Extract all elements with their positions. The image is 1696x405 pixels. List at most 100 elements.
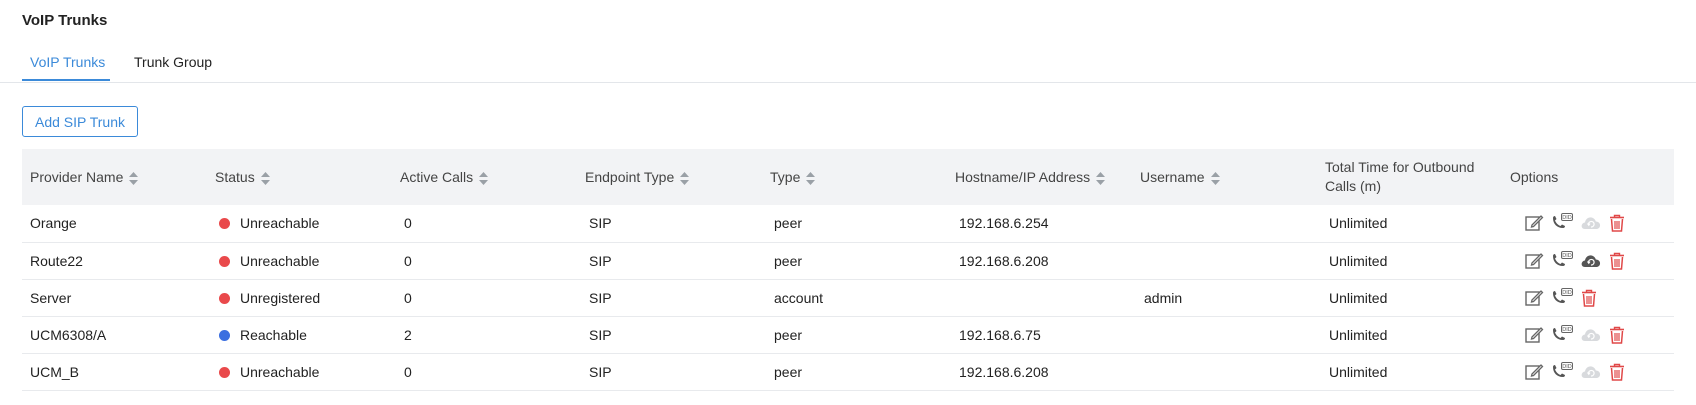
sort-icon[interactable] [1096, 171, 1106, 185]
edit-icon[interactable] [1524, 288, 1544, 308]
svg-text:DID: DID [1562, 327, 1572, 333]
row-options: DID [1510, 324, 1674, 345]
cell-provider-name: Route22 [30, 252, 83, 269]
cell-username [1132, 242, 1317, 279]
sort-icon[interactable] [479, 171, 489, 185]
sort-icon[interactable] [806, 171, 816, 185]
svg-text:DID: DID [1562, 253, 1572, 259]
cell-hostname: 192.168.6.254 [959, 215, 1049, 232]
table-row: UCM6308/A Reachable 2 SIP peer 192.168.6.75 Un… [22, 316, 1674, 353]
trash-icon[interactable] [1608, 251, 1626, 271]
status-text: Unreachable [240, 215, 320, 232]
cell-total-time: Unlimited [1329, 215, 1388, 232]
cell-endpoint-type: SIP [589, 326, 612, 343]
status-text: Unregistered [240, 289, 321, 306]
did-phone-icon[interactable]: DID [1550, 361, 1574, 382]
did-phone-icon[interactable]: DID [1550, 213, 1574, 233]
cell-provider-name: Server [30, 289, 72, 306]
tab-voip-trunks[interactable]: VoIP Trunks [30, 54, 105, 70]
cell-total-time: Unlimited [1329, 289, 1388, 306]
svg-text:DID: DID [1562, 215, 1572, 221]
trash-icon[interactable] [1608, 325, 1626, 345]
cell-active-calls: 2 [404, 326, 412, 343]
cell-options: DID [1502, 205, 1674, 242]
col-hostname-label: Hostname/IP Address [955, 169, 1091, 185]
add-sip-trunk-button[interactable]: Add SIP Trunk [22, 106, 138, 137]
col-endpoint-type-label: Endpoint Type [585, 169, 675, 185]
row-options: DID [1510, 287, 1674, 308]
cell-options: DID [1502, 242, 1674, 279]
sort-icon[interactable] [129, 171, 139, 185]
sort-icon[interactable] [260, 171, 270, 185]
edit-icon[interactable] [1524, 325, 1544, 345]
col-active-calls[interactable]: Active Calls [392, 149, 577, 205]
status-dot [219, 366, 230, 378]
trash-icon[interactable] [1608, 213, 1626, 233]
cell-username: admin [1144, 289, 1183, 306]
row-options: DID [1510, 250, 1674, 271]
cloud-sync-icon [1580, 326, 1602, 344]
cell-username [1132, 353, 1317, 390]
cell-type: peer [774, 215, 803, 232]
table-row: Server Unregistered 0 SIP account admin Unlimi… [22, 279, 1674, 316]
edit-icon[interactable] [1524, 213, 1544, 233]
cell-active-calls: 0 [404, 215, 412, 232]
trash-icon[interactable] [1580, 288, 1598, 308]
sort-icon[interactable] [1210, 171, 1220, 185]
status-text: Reachable [240, 326, 307, 343]
col-type[interactable]: Type [762, 149, 947, 205]
edit-icon[interactable] [1524, 251, 1544, 271]
did-phone-icon[interactable]: DID [1550, 250, 1574, 271]
status-text: Unreachable [240, 252, 320, 269]
sort-icon[interactable] [680, 171, 690, 185]
col-provider-name[interactable]: Provider Name [22, 149, 207, 205]
cell-endpoint-type: SIP [589, 363, 612, 380]
col-active-calls-label: Active Calls [400, 169, 474, 185]
cell-options: DID [1502, 316, 1674, 353]
col-hostname[interactable]: Hostname/IP Address [947, 149, 1132, 205]
did-phone-icon[interactable]: DID [1550, 287, 1574, 308]
table-row: Route22 Unreachable 0 SIP peer 192.168.6.208 U… [22, 242, 1674, 279]
cell-total-time: Unlimited [1329, 363, 1388, 380]
status-dot [219, 255, 230, 267]
col-total-time: Total Time for Outbound Calls (m) [1317, 149, 1502, 205]
trunks-table: Provider Name Status Active Calls Endpoi… [22, 149, 1674, 391]
row-options: DID [1510, 361, 1674, 382]
cell-status: Unreachable [207, 205, 392, 242]
col-options-label: Options [1510, 169, 1559, 185]
table-row: Orange Unreachable 0 SIP peer 192.168.6.254 Un… [22, 205, 1674, 242]
col-status[interactable]: Status [207, 149, 392, 205]
svg-text:DID: DID [1562, 364, 1572, 370]
status-dot [219, 218, 230, 230]
cell-type: peer [774, 326, 803, 343]
tab-trunk-group[interactable]: Trunk Group [134, 54, 212, 70]
tab-bar: VoIP Trunks Trunk Group [0, 47, 1696, 83]
trash-icon[interactable] [1608, 362, 1626, 382]
cell-status: Unreachable [207, 353, 392, 390]
cell-hostname: 192.168.6.75 [959, 326, 1041, 343]
cell-endpoint-type: SIP [589, 215, 612, 232]
table-header-row: Provider Name Status Active Calls Endpoi… [22, 149, 1674, 205]
col-username[interactable]: Username [1132, 149, 1317, 205]
cell-status: Unregistered [207, 279, 392, 316]
cell-hostname [947, 279, 1132, 316]
table-row: UCM_B Unreachable 0 SIP peer 192.168.6.208 Unl… [22, 353, 1674, 390]
col-options: Options [1502, 149, 1674, 205]
cell-type: peer [774, 363, 803, 380]
edit-icon[interactable] [1524, 362, 1544, 382]
col-total-time-label: Total Time for Outbound Calls (m) [1325, 159, 1475, 194]
cell-hostname: 192.168.6.208 [959, 363, 1049, 380]
active-tab-indicator [22, 79, 110, 81]
cloud-sync-icon [1580, 214, 1602, 232]
did-phone-icon[interactable]: DID [1550, 324, 1574, 345]
col-endpoint-type[interactable]: Endpoint Type [577, 149, 762, 205]
cell-status: Unreachable [207, 242, 392, 279]
cell-endpoint-type: SIP [589, 252, 612, 269]
col-type-label: Type [770, 169, 801, 185]
cloud-sync-icon[interactable] [1580, 252, 1602, 270]
cell-provider-name: Orange [30, 215, 77, 232]
cell-username [1132, 205, 1317, 242]
status-dot [219, 292, 230, 304]
cell-options: DID [1502, 279, 1674, 316]
cell-provider-name: UCM6308/A [30, 326, 107, 343]
